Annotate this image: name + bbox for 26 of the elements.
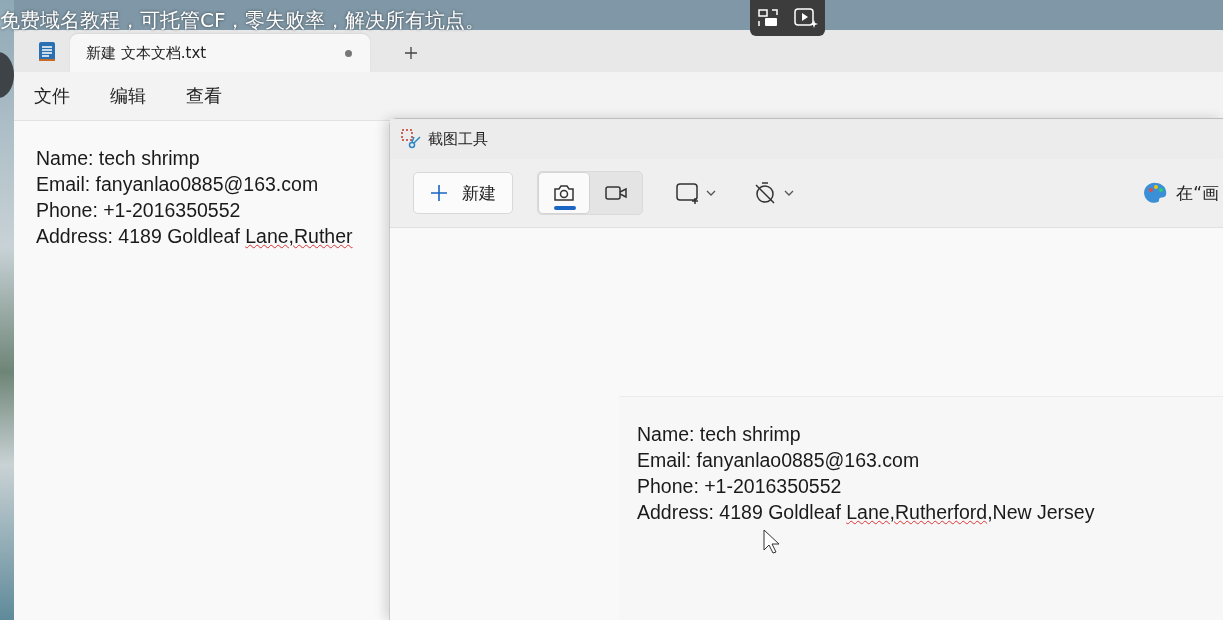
text-line: Email: fanyanlao0885@163.com (637, 448, 920, 473)
text-line: Address: 4189 Goldleaf Lane,Rutherford,New Jersey (637, 500, 1095, 525)
photo-mode-button[interactable] (538, 172, 590, 214)
camera-icon (552, 182, 576, 204)
text-line: Name: tech shrimp (36, 146, 200, 171)
text-line: Address: 4189 Goldleaf Lane,Ruther (36, 224, 353, 249)
notepad-icon (38, 40, 56, 62)
scissors-icon (400, 128, 422, 150)
text-line: Name: tech shrimp (637, 422, 801, 447)
open-in-paint-label[interactable]: 在“画 (1176, 181, 1219, 205)
mouse-pointer-icon (763, 529, 781, 555)
video-sparkle-icon[interactable] (792, 7, 819, 29)
menu-item[interactable]: 文件 (34, 84, 70, 108)
swap-screen-icon[interactable] (756, 7, 781, 29)
new-button[interactable]: 新建 (413, 172, 513, 214)
text-line: Email: fanyanlao0885@163.com (36, 172, 319, 197)
text-line: Phone: +1-2016350552 (36, 198, 241, 223)
menu-item[interactable]: 编辑 (110, 84, 146, 108)
plus-icon (430, 184, 448, 202)
window-title: 截图工具 (428, 129, 488, 149)
video-caption: 免费域名教程，可托管CF，零失败率，解决所有坑点。 (0, 7, 486, 34)
menu-item[interactable]: 查看 (186, 84, 222, 108)
text-line: Phone: +1-2016350552 (637, 474, 842, 499)
file-tab[interactable]: 新建 文本文档.txt (70, 34, 370, 72)
paint-palette-icon[interactable] (1144, 181, 1169, 205)
new-tab-plus-icon[interactable] (404, 46, 418, 60)
